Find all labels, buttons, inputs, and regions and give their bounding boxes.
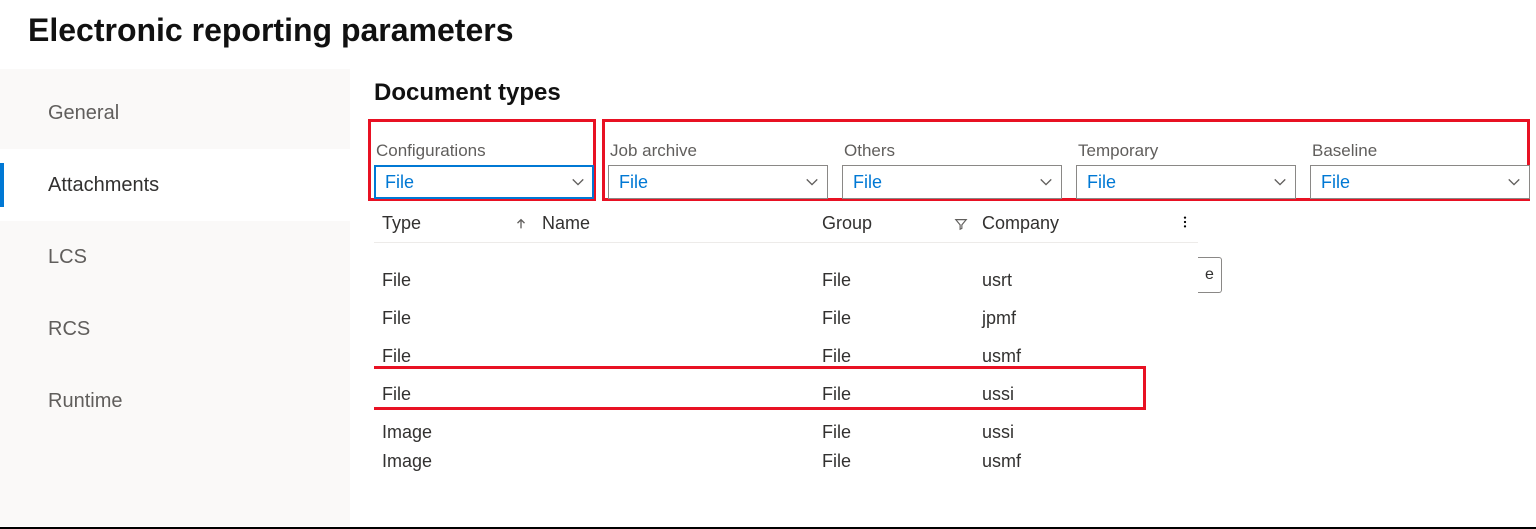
section-title: Document types [374, 79, 1530, 107]
table-row[interactable]: Image File usmf [374, 451, 1198, 477]
cell-group: File [822, 384, 982, 405]
column-header-type[interactable]: Type [382, 213, 542, 234]
grid-header: Type Name Group Company [374, 205, 1198, 243]
cell-group: File [822, 308, 982, 329]
cell-group: File [822, 422, 982, 443]
chevron-down-icon [805, 175, 819, 189]
sidebar-item-lcs[interactable]: LCS [0, 221, 350, 293]
chevron-down-icon [1039, 175, 1053, 189]
sidebar-item-label: Attachments [48, 174, 159, 197]
column-label: Group [822, 213, 872, 234]
field-temporary: Temporary File [1076, 141, 1296, 199]
column-header-company[interactable]: Company [982, 213, 1142, 234]
field-label: Job archive [608, 141, 828, 161]
field-label: Temporary [1076, 141, 1296, 161]
cell-company: jpmf [982, 308, 1142, 329]
cell-company: usmf [982, 451, 1142, 472]
field-baseline: Baseline File [1310, 141, 1530, 199]
sidebar-item-label: RCS [48, 318, 90, 341]
chevron-down-icon [1273, 175, 1287, 189]
configurations-dropdown[interactable]: File [374, 165, 594, 199]
dropdown-value: File [385, 172, 414, 193]
cell-company: usrt [982, 270, 1142, 291]
column-label: Company [982, 213, 1059, 233]
field-configurations: Configurations File [374, 141, 594, 199]
field-job-archive: Job archive File [608, 141, 828, 199]
table-row[interactable]: File File usrt [374, 261, 1198, 299]
partial-button[interactable]: e [1198, 257, 1222, 293]
cell-group: File [822, 346, 982, 367]
job-archive-dropdown[interactable]: File [608, 165, 828, 199]
field-label: Baseline [1310, 141, 1530, 161]
column-label: Type [382, 213, 421, 234]
more-vertical-icon [1178, 215, 1192, 229]
others-dropdown[interactable]: File [842, 165, 1062, 199]
sidebar: General Attachments LCS RCS Runtime [0, 69, 350, 526]
cell-type: Image [382, 422, 542, 443]
cell-type: Image [382, 451, 542, 472]
dropdown-value: File [1087, 172, 1116, 193]
sidebar-item-runtime[interactable]: Runtime [0, 365, 350, 437]
chevron-down-icon [1507, 175, 1521, 189]
field-label: Others [842, 141, 1062, 161]
cell-company: ussi [982, 384, 1142, 405]
sidebar-item-rcs[interactable]: RCS [0, 293, 350, 365]
column-label: Name [542, 213, 590, 233]
table-row[interactable]: File File ussi [374, 375, 1198, 413]
filter-icon [954, 217, 968, 231]
table-row[interactable]: File File usmf [374, 337, 1198, 375]
sidebar-item-label: Runtime [48, 390, 122, 413]
sidebar-item-attachments[interactable]: Attachments [0, 149, 350, 221]
main-content: Document types Configurations File Job a… [350, 69, 1536, 526]
column-header-name[interactable]: Name [542, 213, 822, 234]
cell-type: File [382, 308, 542, 329]
field-label: Configurations [374, 141, 594, 161]
cell-type: File [382, 384, 542, 405]
cell-group: File [822, 451, 982, 472]
cell-group: File [822, 270, 982, 291]
cell-company: usmf [982, 346, 1142, 367]
page-title: Electronic reporting parameters [0, 0, 1536, 69]
temporary-dropdown[interactable]: File [1076, 165, 1296, 199]
table-row[interactable]: File File jpmf [374, 299, 1198, 337]
cell-company: ussi [982, 422, 1142, 443]
table-row[interactable] [374, 243, 1198, 261]
button-label-fragment: e [1205, 266, 1214, 284]
table-row[interactable]: Image File ussi [374, 413, 1198, 451]
lookup-grid: Type Name Group Company [374, 205, 1198, 505]
dropdown-value: File [853, 172, 882, 193]
cell-type: File [382, 346, 542, 367]
column-header-group[interactable]: Group [822, 213, 982, 234]
grid-more-button[interactable] [1178, 213, 1198, 234]
baseline-dropdown[interactable]: File [1310, 165, 1530, 199]
grid-body: File File usrt File File jpmf File File … [374, 243, 1198, 505]
cell-type: File [382, 270, 542, 291]
dropdown-value: File [1321, 172, 1350, 193]
sidebar-item-general[interactable]: General [0, 77, 350, 149]
field-others: Others File [842, 141, 1062, 199]
dropdown-value: File [619, 172, 648, 193]
sidebar-item-label: General [48, 102, 119, 125]
document-type-fields: Configurations File Job archive File Oth… [374, 141, 1530, 199]
sidebar-item-label: LCS [48, 246, 87, 269]
sort-asc-icon [514, 217, 528, 231]
chevron-down-icon [571, 175, 585, 189]
